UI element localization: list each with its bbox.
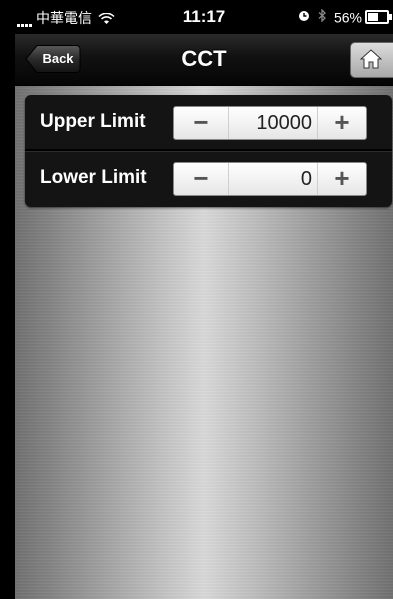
lower-limit-decrement-button[interactable]: − bbox=[174, 163, 229, 195]
lower-limit-increment-button[interactable]: + bbox=[317, 163, 366, 195]
home-icon bbox=[360, 49, 382, 69]
upper-limit-increment-button[interactable]: + bbox=[317, 107, 366, 139]
upper-limit-decrement-button[interactable]: − bbox=[174, 107, 229, 139]
lower-limit-label: Lower Limit bbox=[40, 167, 147, 188]
home-button[interactable] bbox=[350, 42, 393, 78]
upper-limit-label: Upper Limit bbox=[40, 111, 146, 132]
bluetooth-icon bbox=[318, 8, 330, 25]
phone-screen: 中華電信 11:17 56% Back CCT Upper Limit − 10… bbox=[15, 0, 393, 599]
upper-limit-stepper: − 10000 + bbox=[173, 106, 367, 140]
battery-icon bbox=[365, 10, 392, 25]
lower-limit-stepper: − 0 + bbox=[173, 162, 367, 196]
upper-limit-row: Upper Limit − 10000 + bbox=[25, 95, 392, 149]
brushed-metal-background: Upper Limit − 10000 + Lower Limit − 0 + bbox=[15, 86, 393, 599]
device-frame-left bbox=[0, 0, 15, 599]
lower-limit-row: Lower Limit − 0 + bbox=[25, 151, 392, 205]
status-right-area: 56% bbox=[298, 8, 392, 26]
page-title: CCT bbox=[181, 46, 227, 71]
battery-percent: 56% bbox=[333, 9, 362, 26]
lower-limit-value-field[interactable]: 0 bbox=[230, 163, 314, 195]
navigation-bar: Back CCT bbox=[15, 34, 393, 86]
limits-panel: Upper Limit − 10000 + Lower Limit − 0 + bbox=[25, 95, 392, 207]
alarm-clock-icon bbox=[298, 9, 314, 25]
status-bar: 中華電信 11:17 56% bbox=[15, 0, 393, 34]
upper-limit-value-field[interactable]: 10000 bbox=[230, 107, 314, 139]
battery-fill bbox=[368, 13, 378, 22]
